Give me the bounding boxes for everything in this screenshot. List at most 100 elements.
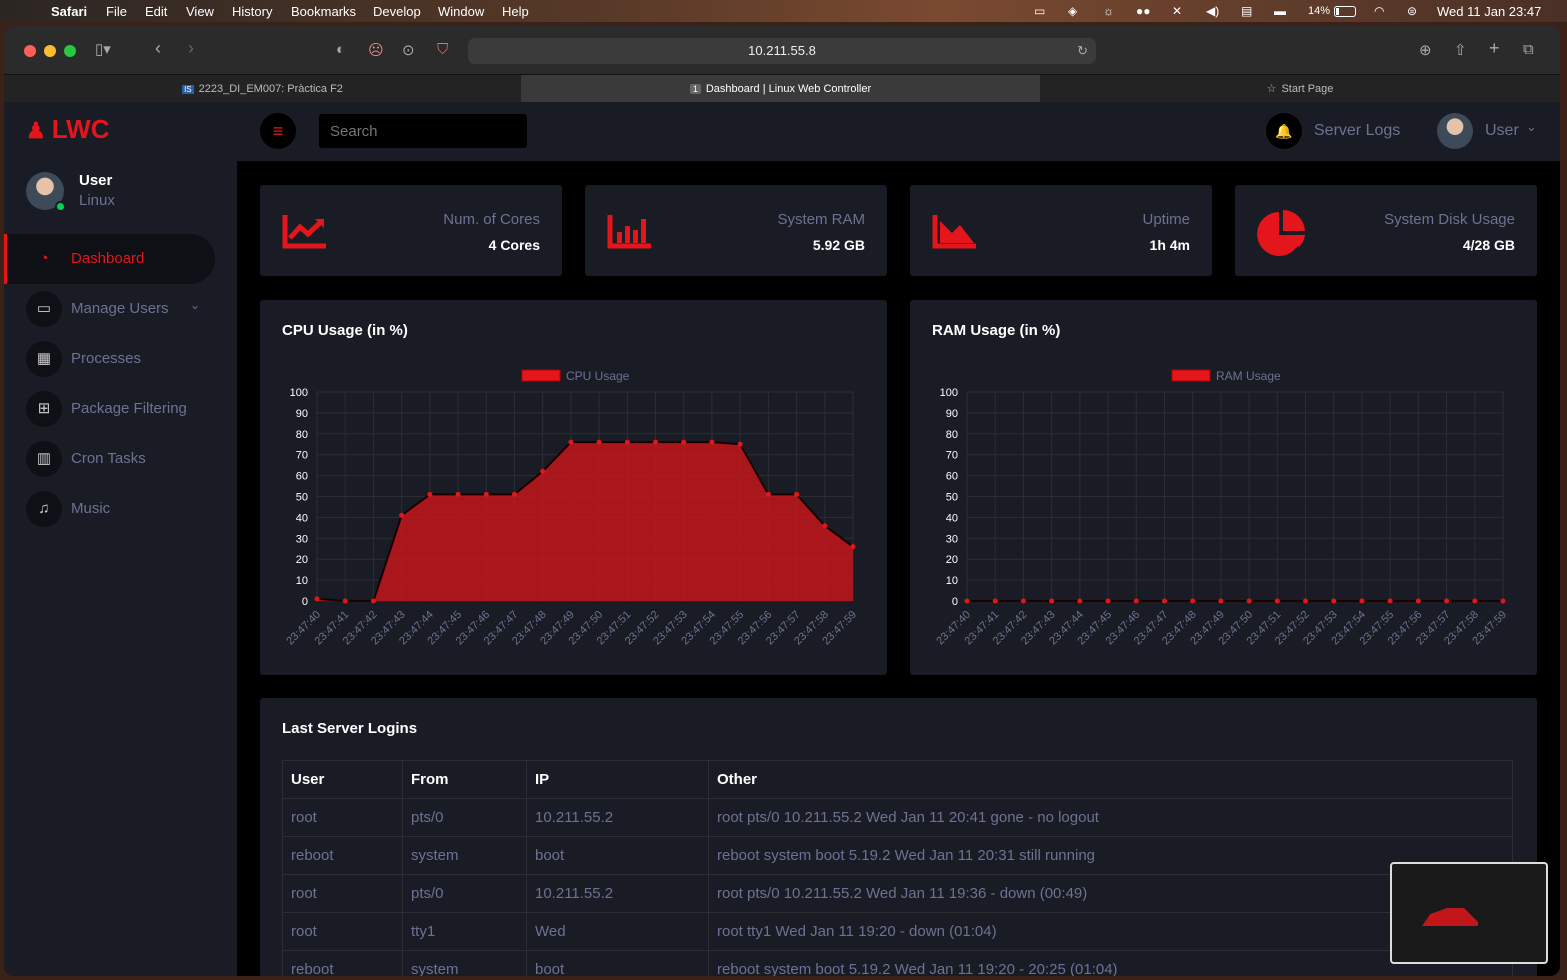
extension-mask-icon[interactable]: ☹ bbox=[368, 41, 384, 59]
volume-icon[interactable]: ◀) bbox=[1206, 4, 1219, 18]
sidebar-display-icon[interactable]: ▭ bbox=[1034, 4, 1045, 18]
adblock-shield-icon[interactable]: ⛉ bbox=[437, 41, 448, 58]
bed-icon[interactable]: ▬ bbox=[1274, 4, 1286, 18]
menu-develop[interactable]: Develop bbox=[373, 4, 421, 19]
data-point bbox=[765, 491, 771, 497]
play-extension-icon[interactable]: ⊙ bbox=[402, 41, 415, 59]
menu-app-name[interactable]: Safari bbox=[51, 4, 87, 19]
privacy-shield-icon[interactable]: ◐ bbox=[336, 41, 345, 58]
hamburger-icon: ≡ bbox=[272, 121, 284, 141]
tab-favicon-icon: IS bbox=[182, 85, 194, 94]
legend-label: CPU Usage bbox=[566, 369, 630, 383]
y-tick-label: 30 bbox=[946, 533, 958, 545]
sidebar-item-manage-users[interactable]: ▭ Manage Users ⌄ bbox=[4, 284, 215, 334]
series-area bbox=[317, 442, 853, 601]
data-point bbox=[992, 598, 998, 604]
zoom-window-button[interactable] bbox=[64, 45, 76, 57]
tab-start-page[interactable]: ☆ Start Page bbox=[1040, 75, 1560, 103]
sidebar: ♟ LWC User Linux ◔ Dashboard ▭ Manage Use… bbox=[4, 102, 237, 976]
keyboard-icon[interactable]: ▤ bbox=[1241, 4, 1252, 18]
close-window-button[interactable] bbox=[24, 45, 36, 57]
cell-ip: Wed bbox=[526, 912, 709, 951]
bell-icon[interactable]: 🔔 bbox=[1266, 113, 1302, 149]
menu-history[interactable]: History bbox=[232, 4, 272, 19]
menu-toggle-button[interactable]: ≡ bbox=[260, 113, 296, 149]
battery-icon[interactable] bbox=[1334, 6, 1356, 17]
music-icon: ♫ bbox=[26, 491, 62, 527]
thumbnail-chart bbox=[1422, 908, 1478, 926]
screenshot-thumbnail[interactable] bbox=[1390, 862, 1548, 964]
data-point bbox=[1500, 598, 1506, 604]
tab-bar: IS 2223_DI_EM007: Pràctica F2 1 Dashboard … bbox=[4, 74, 1560, 103]
url-bar[interactable]: 10.211.55.8 ↻ bbox=[468, 38, 1096, 64]
chart-title: RAM Usage (in %) bbox=[932, 322, 1061, 339]
menu-file[interactable]: File bbox=[106, 4, 127, 19]
data-point bbox=[455, 491, 461, 497]
data-point bbox=[737, 441, 743, 447]
new-tab-icon[interactable]: + bbox=[1489, 38, 1500, 59]
table-icon: ⊞ bbox=[26, 391, 62, 427]
chevron-down-icon[interactable]: ⌄ bbox=[1526, 119, 1537, 135]
sidebar-item-music[interactable]: ♫ Music bbox=[4, 484, 215, 534]
brand-logo[interactable]: ♟ LWC bbox=[26, 114, 110, 145]
wifi-icon[interactable]: ◠ bbox=[1374, 4, 1384, 18]
y-tick-label: 60 bbox=[946, 471, 958, 483]
minimize-window-button[interactable] bbox=[44, 45, 56, 57]
data-point bbox=[1077, 598, 1083, 604]
toggle-icon[interactable]: ●● bbox=[1136, 4, 1151, 18]
logins-table: User From IP Other root pts/0 10.211.55.2 r… bbox=[282, 760, 1513, 976]
sidebar-item-package-filtering[interactable]: ⊞ Package Filtering bbox=[4, 384, 215, 434]
menu-edit[interactable]: Edit bbox=[145, 4, 167, 19]
y-tick-label: 10 bbox=[946, 575, 958, 587]
tab-practica[interactable]: IS 2223_DI_EM007: Pràctica F2 bbox=[4, 75, 521, 103]
extension-icon[interactable]: ✕ bbox=[1172, 4, 1182, 18]
back-icon[interactable]: ‹ bbox=[155, 38, 161, 59]
downloads-icon[interactable]: ⊕ bbox=[1419, 41, 1432, 59]
data-point bbox=[624, 439, 630, 445]
cell-from: system bbox=[402, 950, 527, 976]
top-avatar[interactable] bbox=[1437, 113, 1473, 149]
tab-overview-icon[interactable]: ⧉ bbox=[1523, 41, 1534, 58]
menu-view[interactable]: View bbox=[186, 4, 214, 19]
data-point bbox=[850, 544, 856, 550]
sidebar-item-cron-tasks[interactable]: ▥ Cron Tasks bbox=[4, 434, 215, 484]
main-content: Num. of Cores 4 Cores System RAM 5.92 GB… bbox=[237, 161, 1560, 976]
stat-card-uptime: Uptime 1h 4m bbox=[910, 185, 1212, 276]
y-tick-label: 40 bbox=[946, 512, 958, 524]
data-point bbox=[1190, 598, 1196, 604]
y-tick-label: 0 bbox=[952, 596, 958, 608]
cell-ip: 10.211.55.2 bbox=[526, 798, 709, 837]
forward-icon[interactable]: › bbox=[188, 38, 194, 59]
data-point bbox=[314, 596, 320, 602]
search-input[interactable] bbox=[319, 114, 527, 148]
y-tick-label: 80 bbox=[296, 429, 308, 441]
reload-icon[interactable]: ↻ bbox=[1077, 38, 1088, 64]
brightness-icon[interactable]: ☼ bbox=[1103, 4, 1114, 18]
cell-user: reboot bbox=[282, 950, 403, 976]
stat-card-ram: System RAM 5.92 GB bbox=[585, 185, 887, 276]
table-row: root pts/0 10.211.55.2 root pts/0 10.211.55… bbox=[282, 798, 1513, 837]
menu-help[interactable]: Help bbox=[502, 4, 529, 19]
menu-bookmarks[interactable]: Bookmarks bbox=[291, 4, 356, 19]
server-logs-link[interactable]: Server Logs bbox=[1314, 122, 1400, 140]
y-tick-label: 80 bbox=[946, 429, 958, 441]
notification-icon[interactable]: ◈ bbox=[1068, 4, 1077, 18]
cell-ip: 10.211.55.2 bbox=[526, 874, 709, 913]
cell-from: pts/0 bbox=[402, 798, 527, 837]
sidebar-item-label: Processes bbox=[71, 350, 142, 367]
legend-swatch bbox=[1171, 369, 1211, 382]
control-center-icon[interactable]: ⊜ bbox=[1407, 4, 1417, 18]
table-row: root tty1 Wed root tty1 Wed Jan 11 19:20 - … bbox=[282, 912, 1513, 951]
data-point bbox=[483, 491, 489, 497]
sidebar-item-processes[interactable]: ▦ Processes bbox=[4, 334, 215, 384]
top-user-name[interactable]: User bbox=[1485, 122, 1519, 140]
stat-label: Uptime bbox=[1142, 211, 1190, 228]
data-point bbox=[1303, 598, 1309, 604]
menu-window[interactable]: Window bbox=[438, 4, 484, 19]
share-icon[interactable]: ⇧ bbox=[1454, 41, 1467, 59]
sidebar-toggle-icon[interactable]: ▯▾ bbox=[95, 40, 111, 58]
legend-swatch bbox=[521, 369, 561, 382]
safari-window: ▯▾ ‹ › ◐ ☹ ⊙ ⛉ 10.211.55.8 ↻ ⊕ ⇧ + ⧉ IS 2… bbox=[4, 26, 1560, 976]
sidebar-item-dashboard[interactable]: ◔ Dashboard bbox=[4, 234, 215, 284]
tab-dashboard[interactable]: 1 Dashboard | Linux Web Controller bbox=[521, 75, 1040, 103]
